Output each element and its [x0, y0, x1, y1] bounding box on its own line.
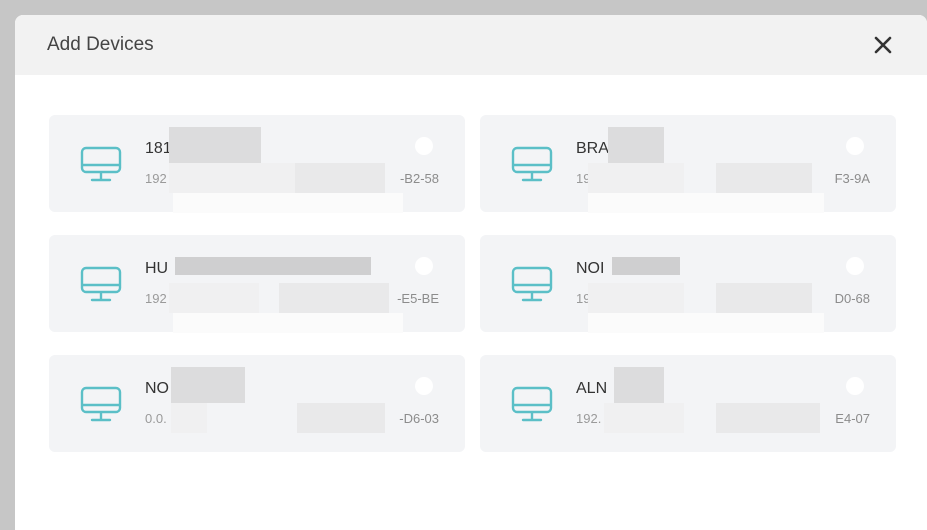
redaction-block [588, 193, 824, 213]
redaction-block [608, 127, 664, 163]
redaction-block [175, 257, 371, 275]
device-name: HU [145, 260, 169, 277]
device-ip: 192. [576, 411, 602, 426]
redaction-block [604, 403, 684, 433]
redaction-block [614, 367, 664, 403]
device-card[interactable]: BRA 192 F3-9A [480, 115, 896, 213]
redaction-block [171, 403, 207, 433]
device-select-radio[interactable] [415, 257, 433, 275]
device-select-radio[interactable] [415, 137, 433, 155]
device-name: ALN [576, 380, 608, 397]
device-mac: D0-68 [834, 291, 870, 306]
close-icon [874, 36, 892, 54]
device-mac: -E5-BE [397, 291, 439, 306]
device-select-radio[interactable] [415, 377, 433, 395]
device-name: NOI [576, 260, 605, 277]
monitor-icon [511, 386, 553, 422]
device-mac: F3-9A [834, 171, 870, 186]
monitor-icon [80, 386, 122, 422]
monitor-icon [511, 146, 553, 182]
device-card[interactable]: NO 0.0. -D6-03 [49, 355, 465, 452]
redaction-block [279, 283, 389, 313]
close-button[interactable] [869, 31, 897, 59]
redaction-block [716, 163, 812, 193]
device-mac: -B2-58 [399, 171, 439, 186]
redaction-block [297, 403, 385, 433]
device-mac: -D6-03 [399, 411, 439, 426]
device-select-radio[interactable] [846, 137, 864, 155]
device-card[interactable]: HU 192 -E5-BE [49, 235, 465, 333]
monitor-icon [511, 266, 553, 302]
device-ip: 0.0. [145, 411, 167, 426]
add-devices-dialog: Add Devices 181 192 -B2-58 BRA 192 F3-9A… [15, 15, 927, 530]
dialog-header: Add Devices [15, 15, 927, 75]
redaction-block [173, 193, 403, 213]
device-name: NO [145, 380, 169, 397]
redaction-block [588, 283, 684, 313]
device-mac: E4-07 [835, 411, 870, 426]
redaction-block [716, 283, 812, 313]
redaction-block [169, 163, 309, 193]
redaction-block [169, 127, 261, 163]
redaction-block [588, 163, 684, 193]
device-select-radio[interactable] [846, 377, 864, 395]
monitor-icon [80, 266, 122, 302]
redaction-block [588, 313, 824, 333]
device-select-radio[interactable] [846, 257, 864, 275]
monitor-icon [80, 146, 122, 182]
device-ip: 192 [145, 291, 167, 306]
redaction-block [171, 367, 245, 403]
window-frame: Add Devices 181 192 -B2-58 BRA 192 F3-9A… [0, 0, 927, 530]
device-card[interactable]: 181 192 -B2-58 [49, 115, 465, 213]
device-ip: 192 [145, 171, 167, 186]
device-name: BRA [576, 140, 609, 157]
redaction-block [169, 283, 259, 313]
redaction-block [295, 163, 385, 193]
dialog-title: Add Devices [47, 34, 154, 55]
device-card[interactable]: ALN 192. E4-07 [480, 355, 896, 452]
device-name: 181 [145, 140, 172, 157]
device-list: 181 192 -B2-58 BRA 192 F3-9A HU 192 -E5-… [49, 115, 896, 452]
redaction-block [173, 313, 403, 333]
redaction-block [612, 257, 680, 275]
redaction-block [716, 403, 820, 433]
device-card[interactable]: NOI 192 D0-68 [480, 235, 896, 333]
